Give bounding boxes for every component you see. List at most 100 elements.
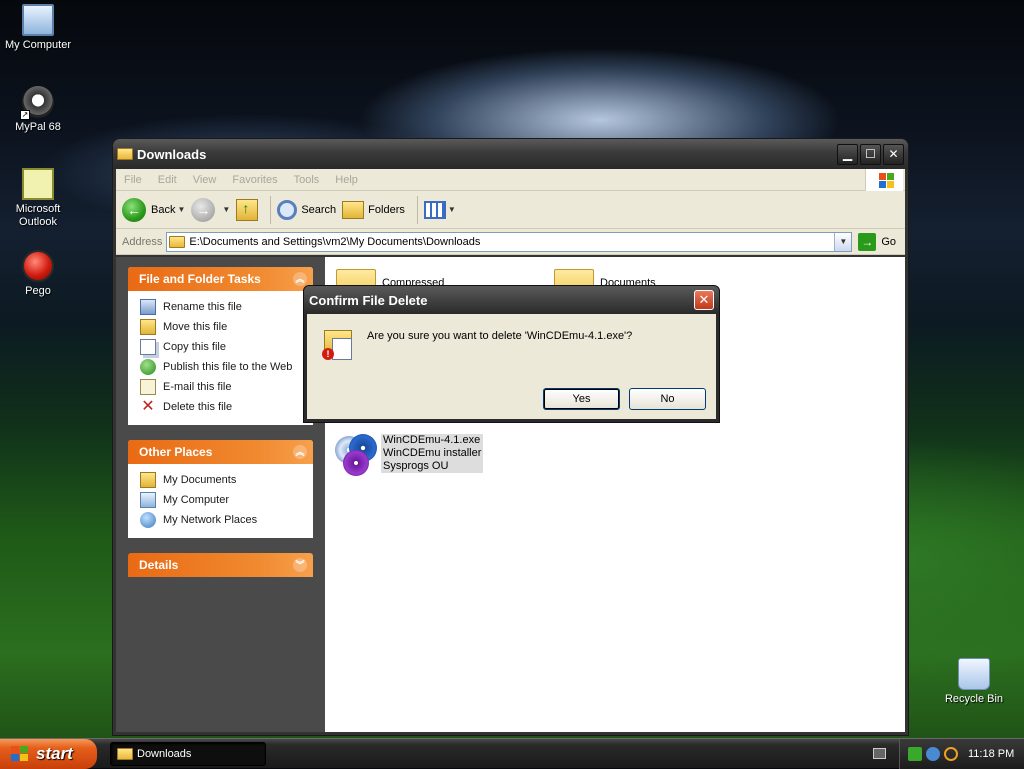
start-button[interactable]: start bbox=[0, 739, 97, 769]
folders-button[interactable]: Folders bbox=[342, 200, 405, 219]
no-button[interactable]: No bbox=[629, 388, 706, 410]
publish-icon bbox=[140, 359, 156, 375]
taskbar: start Downloads 11:18 PM bbox=[0, 738, 1024, 769]
dialog-close-button[interactable]: ✕ bbox=[694, 290, 714, 310]
file-name: WinCDEmu-4.1.exe bbox=[383, 434, 481, 446]
desktop-icon-my-computer[interactable]: My Computer bbox=[0, 4, 76, 52]
my-computer-icon bbox=[140, 492, 156, 508]
task-move-file[interactable]: Move this file bbox=[140, 317, 313, 337]
menu-file[interactable]: File bbox=[116, 174, 150, 186]
chevron-down-icon[interactable]: ▼ bbox=[448, 205, 456, 214]
minimize-button[interactable]: ▁ bbox=[837, 143, 858, 165]
place-my-computer[interactable]: My Computer bbox=[140, 490, 313, 510]
delete-icon: ✕ bbox=[141, 398, 155, 415]
window-title: Downloads bbox=[137, 146, 207, 162]
rename-icon bbox=[140, 299, 156, 315]
menu-favorites[interactable]: Favorites bbox=[224, 174, 285, 186]
address-label: Address bbox=[122, 235, 163, 248]
panel-header[interactable]: Other Places ︽ bbox=[128, 440, 313, 464]
desktop-icon-label: MyPal 68 bbox=[15, 121, 61, 133]
menu-help[interactable]: Help bbox=[327, 174, 366, 186]
go-button[interactable]: → Go bbox=[858, 232, 897, 251]
panel-header[interactable]: File and Folder Tasks ︽ bbox=[128, 267, 313, 291]
my-documents-icon bbox=[140, 472, 156, 488]
dialog-titlebar[interactable]: Confirm File Delete bbox=[304, 286, 719, 314]
expand-icon[interactable]: ︾ bbox=[293, 558, 307, 572]
task-publish-file[interactable]: Publish this file to the Web bbox=[140, 357, 313, 377]
go-label: Go bbox=[881, 235, 897, 248]
collapse-icon[interactable]: ︽ bbox=[293, 445, 307, 459]
task-label: Copy this file bbox=[163, 341, 226, 353]
place-my-documents[interactable]: My Documents bbox=[140, 470, 313, 490]
outlook-icon bbox=[22, 168, 54, 200]
delete-file-warning-icon: ! bbox=[320, 328, 354, 362]
my-computer-icon bbox=[22, 4, 54, 36]
address-value: E:\Documents and Settings\vm2\My Documen… bbox=[189, 235, 481, 248]
dialog-body: ! Are you sure you want to delete 'WinCD… bbox=[307, 314, 716, 419]
place-network-places[interactable]: My Network Places bbox=[140, 510, 313, 530]
panel-header[interactable]: Details ︾ bbox=[128, 553, 313, 577]
desktop-icon-mypal[interactable]: ↗ MyPal 68 bbox=[0, 86, 76, 134]
views-icon bbox=[423, 200, 446, 219]
other-places-panel: Other Places ︽ My Documents My Computer … bbox=[128, 440, 313, 538]
safely-remove-hardware-icon[interactable] bbox=[908, 747, 922, 761]
search-icon bbox=[277, 199, 298, 220]
details-panel: Details ︾ bbox=[128, 553, 313, 577]
desktop-icon-outlook[interactable]: Microsoft Outlook bbox=[0, 168, 76, 229]
maximize-button[interactable]: ☐ bbox=[860, 143, 881, 165]
search-icon[interactable] bbox=[944, 747, 958, 761]
selected-file-item[interactable]: WinCDEmu-4.1.exe WinCDEmu installer Sysp… bbox=[381, 434, 484, 473]
up-folder-button[interactable] bbox=[236, 198, 259, 221]
yes-button[interactable]: Yes bbox=[543, 388, 620, 410]
place-label: My Documents bbox=[163, 474, 237, 486]
window-titlebar[interactable]: Downloads ▁ ☐ ✕ bbox=[113, 139, 908, 169]
address-input[interactable]: E:\Documents and Settings\vm2\My Documen… bbox=[166, 231, 853, 252]
menu-bar: File Edit View Favorites Tools Help bbox=[116, 169, 905, 191]
task-email-file[interactable]: E-mail this file bbox=[140, 377, 313, 397]
task-label: E-mail this file bbox=[163, 381, 232, 393]
task-label: Rename this file bbox=[163, 301, 242, 313]
chevron-down-icon[interactable]: ▼ bbox=[177, 205, 185, 214]
search-label: Search bbox=[301, 203, 337, 216]
panel-title: File and Folder Tasks bbox=[139, 272, 261, 286]
task-rename-file[interactable]: Rename this file bbox=[140, 297, 313, 317]
views-button[interactable]: ▼ bbox=[423, 200, 456, 219]
forward-button[interactable]: → ▼ bbox=[191, 197, 230, 222]
place-label: My Computer bbox=[163, 494, 230, 506]
back-label: Back bbox=[151, 203, 176, 216]
panel-title: Details bbox=[139, 558, 179, 572]
place-label: My Network Places bbox=[163, 514, 258, 526]
taskbar-item-downloads[interactable]: Downloads bbox=[110, 742, 266, 766]
recycle-bin-icon bbox=[958, 658, 990, 690]
keyboard-icon[interactable] bbox=[873, 748, 886, 759]
chevron-down-icon[interactable]: ▼ bbox=[222, 205, 230, 214]
menu-edit[interactable]: Edit bbox=[150, 174, 185, 186]
menu-view[interactable]: View bbox=[185, 174, 225, 186]
search-button[interactable]: Search bbox=[277, 199, 337, 220]
menu-tools[interactable]: Tools bbox=[286, 174, 328, 186]
close-button[interactable]: ✕ bbox=[883, 143, 904, 165]
shortcut-arrow-icon: ↗ bbox=[20, 110, 30, 120]
desktop-icon-recycle-bin[interactable]: Recycle Bin bbox=[936, 658, 1012, 706]
toolbar: ← Back ▼ → ▼ Search Folders ▼ bbox=[116, 191, 905, 229]
file-company: Sysprogs OU bbox=[383, 460, 449, 472]
network-places-icon bbox=[140, 512, 156, 528]
explorer-window: Downloads ▁ ☐ ✕ File Edit View Favorites… bbox=[112, 138, 909, 736]
taskbar-item-label: Downloads bbox=[137, 748, 192, 760]
installer-disc-icon[interactable] bbox=[335, 434, 377, 478]
file-folder-tasks-panel: File and Folder Tasks ︽ Rename this file… bbox=[128, 267, 313, 425]
folders-icon bbox=[342, 200, 365, 219]
folder-icon bbox=[117, 748, 133, 760]
back-button[interactable]: ← Back ▼ bbox=[122, 197, 185, 222]
start-label: start bbox=[36, 744, 73, 763]
dialog-title: Confirm File Delete bbox=[309, 292, 428, 308]
desktop-icon-pego[interactable]: Pego bbox=[0, 250, 76, 298]
chevron-down-icon[interactable]: ▼ bbox=[834, 232, 852, 251]
windows-logo-icon bbox=[10, 745, 30, 763]
mypal-browser-icon: ↗ bbox=[20, 86, 54, 120]
network-icon[interactable] bbox=[926, 747, 940, 761]
task-copy-file[interactable]: Copy this file bbox=[140, 337, 313, 357]
folder-icon bbox=[169, 235, 186, 248]
collapse-icon[interactable]: ︽ bbox=[293, 272, 307, 286]
task-delete-file[interactable]: ✕ Delete this file bbox=[140, 397, 313, 417]
